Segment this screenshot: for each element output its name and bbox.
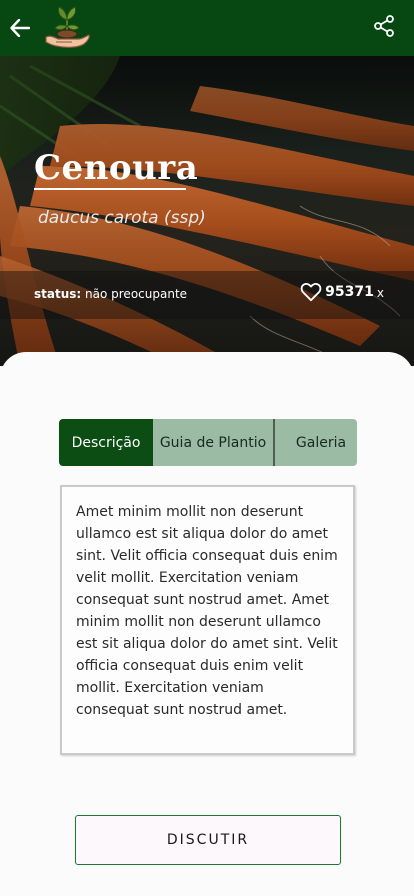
- share-icon: [374, 15, 394, 37]
- share-button[interactable]: [372, 14, 400, 42]
- tab-descricao[interactable]: Descrição: [59, 419, 153, 466]
- tab-bar: Descrição Guia de Plantio Galeria: [59, 419, 357, 466]
- conservation-status: status: não preocupante: [34, 287, 187, 301]
- app-bar: [0, 0, 414, 56]
- back-button[interactable]: [6, 12, 34, 44]
- tab-galeria[interactable]: Galeria: [275, 419, 357, 466]
- scientific-name: daucus carota (ssp): [38, 208, 206, 228]
- likes: 95371 x: [300, 282, 384, 302]
- heart-icon[interactable]: [300, 282, 322, 302]
- description-text: Amet minim mollit non deserunt ullamco e…: [76, 504, 338, 718]
- status-label: status:: [34, 287, 82, 301]
- app-logo: [42, 4, 92, 52]
- discuss-button[interactable]: DISCUTIR: [75, 815, 341, 865]
- hero-image: Cenoura daucus carota (ssp) status: não …: [0, 56, 414, 366]
- hand-sprout-logo: [45, 6, 90, 48]
- status-value: não preocupante: [85, 287, 188, 301]
- plant-name-underline: [34, 188, 186, 190]
- likes-suffix: x: [376, 286, 384, 300]
- description-box: Amet minim mollit non deserunt ullamco e…: [60, 485, 355, 755]
- arrow-left-icon: [10, 19, 30, 37]
- plant-name: Cenoura: [34, 148, 199, 188]
- tab-guia-de-plantio[interactable]: Guia de Plantio: [153, 419, 275, 466]
- likes-count: 95371: [325, 284, 374, 300]
